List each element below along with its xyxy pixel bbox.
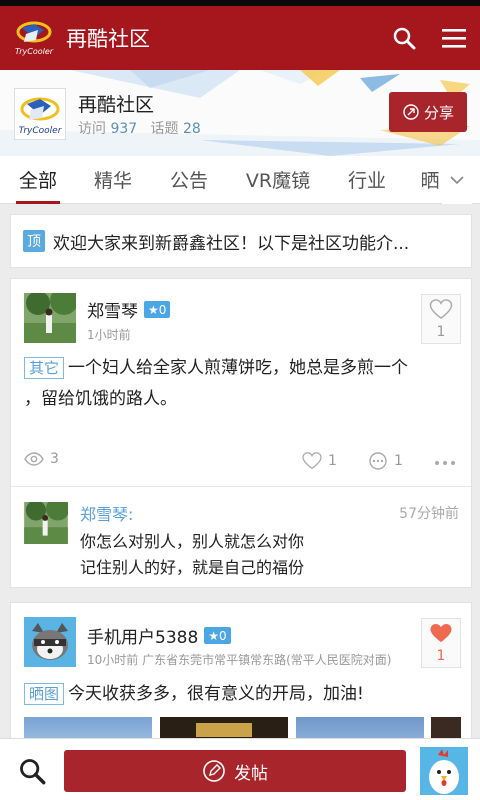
avatar[interactable] [24, 617, 76, 667]
like-count: 1 [436, 647, 446, 664]
heart-outline-icon [302, 452, 322, 470]
community-header: TryCooler 再酷社区 访问 937 话题 28 分享 [0, 70, 480, 156]
tab-industry[interactable]: 行业 [344, 156, 390, 204]
app-title: 再酷社区 [66, 27, 150, 51]
bottom-search-button[interactable] [14, 753, 50, 789]
svg-text:TryCooler: TryCooler [15, 47, 54, 56]
eye-icon [24, 452, 44, 466]
heart-outline-icon [429, 298, 453, 319]
more-dots-icon [435, 461, 455, 465]
user-avatar[interactable] [420, 747, 468, 795]
comment-icon [369, 452, 387, 470]
notice-text: 欢迎大家来到新爵鑫社区！以下是社区功能介... [53, 233, 410, 254]
app-logo: TryCooler [14, 18, 54, 58]
bottom-bar: 发帖 [0, 738, 480, 800]
pinned-notice[interactable]: 顶 欢迎大家来到新爵鑫社区！以下是社区功能介... [10, 214, 472, 268]
reply-time: 57分钟前 [399, 506, 459, 522]
category-tag: 其它 [24, 357, 65, 379]
reply-content: 你怎么对别人，别人就怎么对你 记住别人的好，就是自己的福份 [80, 532, 305, 577]
topics-count: 28 [183, 121, 201, 137]
share-label: 分享 [423, 103, 454, 122]
menu-button[interactable] [430, 14, 478, 62]
level-badge: ★ 0 [144, 301, 171, 318]
avatar[interactable] [24, 293, 76, 343]
search-icon [20, 759, 46, 785]
search-icon [393, 27, 416, 50]
new-post-label: 发帖 [234, 763, 268, 784]
menu-icon [442, 29, 466, 48]
share-button[interactable]: 分享 [389, 92, 467, 132]
pinned-tag: 顶 [23, 230, 45, 252]
reply-avatar[interactable] [24, 502, 68, 544]
tabs-expand-button[interactable] [442, 156, 472, 204]
reply-author[interactable]: 郑雪琴: [80, 501, 133, 525]
like-count: 1 [436, 323, 446, 340]
compose-icon [203, 760, 225, 782]
category-tabs: 全部 精华 公告 VR魔镜 行业 晒 [0, 156, 480, 204]
view-count: 3 [50, 451, 59, 467]
divider [11, 486, 471, 487]
community-logo: TryCooler [14, 88, 66, 140]
tab-announcements[interactable]: 公告 [166, 156, 212, 204]
post-author[interactable]: 手机用户5388 ★ 0 [87, 623, 231, 648]
topics-label: 话题 [150, 121, 179, 137]
like-box[interactable]: 1 [421, 294, 461, 344]
more-button[interactable] [434, 460, 462, 466]
post-content: 其它 一个妇人给全家人煎薄饼吃，她总是多煎一个 ，留给饥饿的路人。 [24, 357, 409, 409]
post-time: 1小时前 [87, 328, 131, 342]
search-button[interactable] [380, 14, 428, 62]
tab-show[interactable]: 晒 [418, 156, 442, 204]
tab-featured[interactable]: 精华 [90, 156, 136, 204]
visits-count: 937 [110, 121, 138, 137]
post-card[interactable]: 郑雪琴 ★ 0 1小时前 1 其它 一个妇人给全家人煎薄饼吃，她总是多煎一个 ，留给… [10, 278, 472, 588]
comment-stat[interactable]: 1 [368, 452, 403, 470]
post-content: 晒图 今天收获多多，很有意义的开局，加油! [24, 679, 364, 710]
view-stat: 3 [24, 451, 59, 467]
category-tag: 晒图 [24, 683, 65, 705]
app-bar: TryCooler 再酷社区 [0, 6, 480, 70]
post-location: 广东省东莞市常平镇常东路(常平人民医院对面) [142, 653, 392, 667]
tab-all[interactable]: 全部 [14, 156, 62, 204]
new-post-button[interactable]: 发帖 [64, 750, 406, 792]
post-time: 10小时前 [87, 653, 139, 667]
community-stats: 访问 937 话题 28 [78, 118, 201, 138]
visits-label: 访问 [78, 121, 106, 137]
post-card[interactable]: 手机用户5388 ★ 0 10小时前 广东省东莞市常平镇常东路(常平人民医院对面)… [10, 602, 472, 743]
like-stat[interactable]: 1 [302, 452, 337, 470]
like-box[interactable]: 1 [421, 618, 461, 668]
tab-vr-mirror[interactable]: VR魔镜 [240, 156, 316, 204]
svg-text:TryCooler: TryCooler [19, 126, 63, 136]
chevron-down-icon [450, 176, 464, 185]
level-badge: ★ 0 [204, 627, 231, 644]
community-name: 再酷社区 [78, 94, 155, 116]
post-author[interactable]: 郑雪琴 ★ 0 [87, 297, 171, 322]
post-meta: 10小时前 广东省东莞市常平镇常东路(常平人民医院对面) [87, 651, 425, 668]
share-icon [403, 104, 419, 120]
heart-filled-icon [430, 623, 452, 642]
